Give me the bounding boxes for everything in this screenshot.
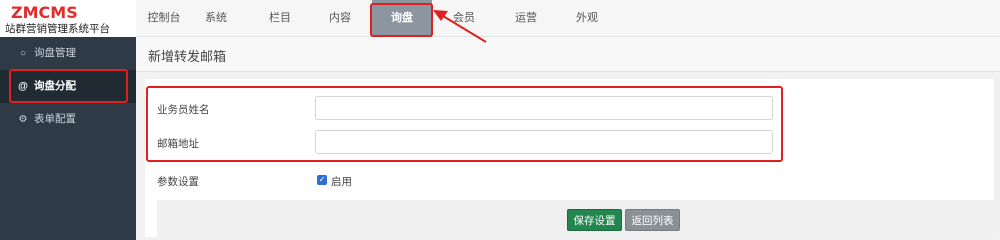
nav-column[interactable]: 栏目 [256, 0, 304, 37]
sidebar-item-inquiry-manage[interactable]: ○ 询盘管理 [0, 37, 136, 70]
page-title: 新增转发邮箱 [148, 49, 227, 64]
logo: ZMCMS 站群营销管理系统平台 [0, 0, 136, 37]
save-button[interactable]: 保存设置 [567, 209, 622, 231]
form-actions: 保存设置 返回列表 [157, 200, 994, 237]
back-to-list-button[interactable]: 返回列表 [625, 209, 680, 231]
nav-system[interactable]: 系统 [192, 0, 240, 37]
sidebar: ○ 询盘管理 @ 询盘分配 ⚙ 表单配置 [0, 37, 136, 240]
annotation-box-form [146, 86, 783, 162]
sidebar-item-form-config[interactable]: ⚙ 表单配置 [0, 103, 136, 136]
nav-operation[interactable]: 运营 [502, 0, 550, 37]
top-navbar: ZMCMS 站群营销管理系统平台 控制台 系统 栏目 内容 询盘 会员 运营 外… [0, 0, 1000, 37]
logo-subtitle: 站群营销管理系统平台 [5, 23, 110, 35]
enable-label: 启用 [331, 176, 352, 188]
param-settings-label: 参数设置 [157, 176, 199, 188]
chat-icon: ○ [19, 48, 27, 59]
annotation-box-nav [370, 3, 433, 37]
nav-content[interactable]: 内容 [316, 0, 364, 37]
annotation-arrow-icon [433, 10, 487, 43]
nav-dashboard[interactable]: 控制台 [136, 0, 192, 37]
page-header: 新增转发邮箱 [136, 37, 1000, 72]
logo-title: ZMCMS [11, 3, 78, 22]
enable-checkbox[interactable]: ✓ [317, 175, 327, 185]
annotation-box-sidebar [9, 69, 128, 103]
sidebar-item-label: 询盘管理 [34, 47, 76, 59]
gears-icon: ⚙ [18, 114, 28, 125]
sidebar-item-label: 表单配置 [34, 113, 76, 125]
nav-appearance[interactable]: 外观 [563, 0, 611, 37]
